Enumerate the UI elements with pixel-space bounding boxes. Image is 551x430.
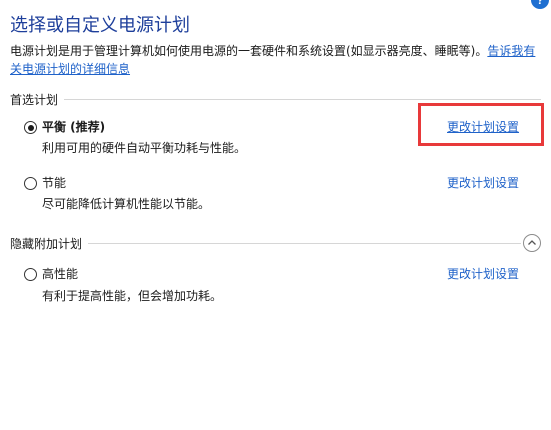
- preferred-plans-label: 首选计划: [10, 92, 59, 107]
- plan-balanced-radio[interactable]: [24, 121, 37, 134]
- plan-power-saver-change-settings-link[interactable]: 更改计划设置: [447, 174, 519, 191]
- plan-power-saver-description: 尽可能降低计算机性能以节能。: [42, 197, 211, 211]
- hidden-plans-header: 隐藏附加计划: [10, 234, 541, 252]
- collapse-button[interactable]: [523, 234, 541, 252]
- highlight-annotation-box: [418, 103, 544, 146]
- group-divider: [88, 242, 521, 244]
- page-title: 选择或自定义电源计划: [10, 15, 190, 36]
- plan-balanced-description: 利用可用的硬件自动平衡功耗与性能。: [42, 141, 247, 155]
- plan-high-performance-description: 有利于提高性能，但会增加功耗。: [42, 289, 223, 303]
- intro-paragraph: 电源计划是用于管理计算机如何使用电源的一套硬件和系统设置(如显示器亮度、睡眠等)…: [10, 42, 538, 78]
- chevron-up-icon: [528, 240, 536, 245]
- hidden-plans-label[interactable]: 隐藏附加计划: [10, 235, 88, 252]
- plan-high-performance-change-settings-link[interactable]: 更改计划设置: [447, 265, 519, 282]
- intro-text: 电源计划是用于管理计算机如何使用电源的一套硬件和系统设置(如显示器亮度、睡眠等)…: [10, 44, 488, 58]
- group-divider: [64, 98, 541, 100]
- plan-balanced-name[interactable]: 平衡 (推荐): [42, 118, 105, 135]
- plan-high-performance-radio[interactable]: [24, 268, 37, 281]
- plan-power-saver-name[interactable]: 节能: [42, 174, 66, 191]
- plan-power-saver-radio[interactable]: [24, 177, 37, 190]
- help-icon[interactable]: ?: [531, 0, 549, 9]
- plan-high-performance-name[interactable]: 高性能: [42, 265, 78, 282]
